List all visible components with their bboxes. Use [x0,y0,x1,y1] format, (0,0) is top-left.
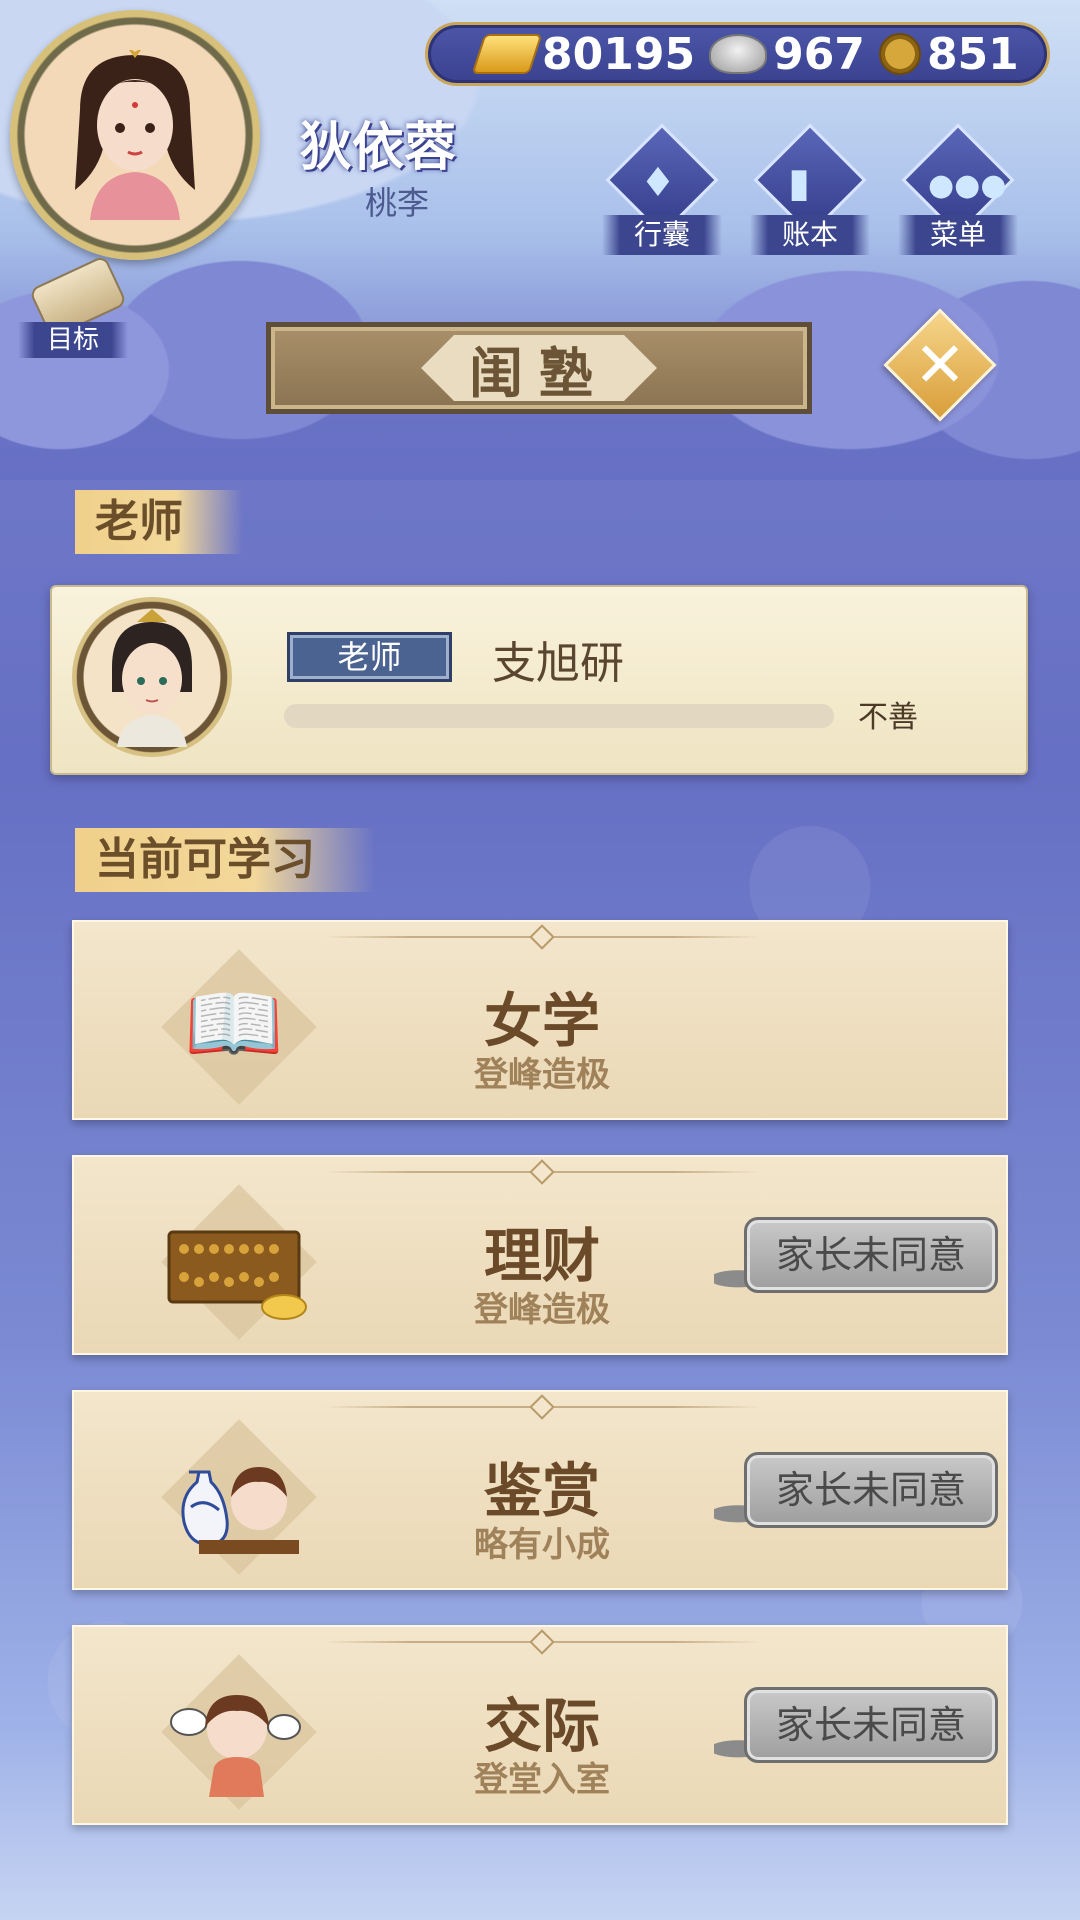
bag-button[interactable]: ♦ 行囊 [602,123,722,255]
relationship-bar [284,704,834,728]
silver-amount: 967 [773,28,865,80]
silver-currency: 967 [709,29,865,80]
section-teacher-label: 老师 [75,490,243,554]
teacher-tag: 老师 [287,632,452,682]
parent-not-agree-button[interactable]: 家长未同意 [744,1687,998,1763]
gold-ingot-icon [471,34,543,74]
ornament-diamond [529,924,555,950]
page-title: 闺塾 [421,335,657,401]
ornament-diamond [529,1394,555,1420]
ledger-button[interactable]: ▮ 账本 [750,123,870,255]
relationship-status: 不善 [858,700,918,735]
ledger-icon: ▮ [788,160,811,206]
coin-amount: 851 [926,28,1019,80]
teacher-card[interactable]: 老师 支旭研 不善 [50,585,1028,775]
course-card-social[interactable]: 交际 登堂入室 家长未同意 [72,1625,1008,1825]
course-level: 登峰造极 [474,1055,610,1095]
goal-label: 目标 [18,322,128,358]
bag-icon: ♦ [640,160,676,206]
section-courses-label: 当前可学习 [75,828,375,892]
course-card-finance[interactable]: 理财 登峰造极 家长未同意 [72,1155,1008,1355]
menu-label: 菜单 [898,215,1018,255]
title-plaque: 闺塾 [266,322,812,414]
course-title: 女学 [483,987,600,1055]
silver-ingot-icon [709,34,768,74]
currency-bar: 80195 967 851 [425,22,1050,86]
copper-coin-icon [878,33,921,75]
player-subtitle: 桃李 [365,184,430,222]
ledger-label: 账本 [750,215,870,255]
parent-not-agree-button[interactable]: 家长未同意 [744,1217,998,1293]
course-card-appreciation[interactable]: 鉴赏 略有小成 家长未同意 [72,1390,1008,1590]
menu-icon: ●●● [928,168,1007,203]
player-name: 狄依蓉 [300,118,457,178]
teacher-portrait-icon [112,609,192,747]
teacher-avatar [72,597,232,757]
gold-amount: 80195 [542,28,696,80]
gold-currency: 80195 [471,28,696,80]
course-card-women-study[interactable]: 📖 女学 登峰造极 [72,920,1008,1120]
ornament-diamond [529,1629,555,1655]
coin-currency: 851 [878,28,1019,80]
teacher-name: 支旭研 [492,638,624,689]
player-portrait-icon [75,50,195,220]
bag-label: 行囊 [602,215,722,255]
menu-button[interactable]: ●●● 菜单 [898,123,1018,255]
ornament-diamond [529,1159,555,1185]
parent-not-agree-button[interactable]: 家长未同意 [744,1452,998,1528]
player-avatar[interactable] [10,10,260,260]
goal-button[interactable]: 目标 [18,254,128,360]
close-icon[interactable]: ✕ [900,325,980,405]
